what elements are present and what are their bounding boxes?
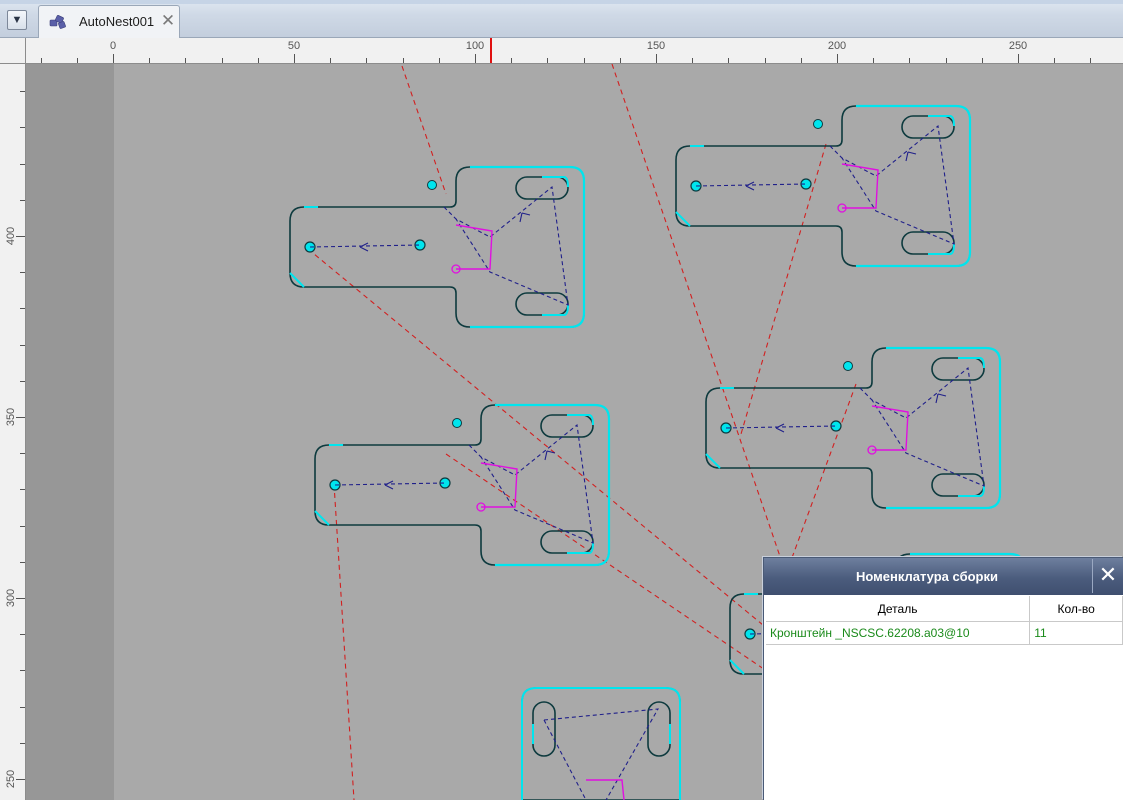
ruler-tick — [1018, 54, 1019, 63]
ruler-tick — [873, 58, 875, 63]
part-instance[interactable] — [674, 104, 972, 268]
ruler-tick — [20, 199, 25, 201]
part-instance[interactable] — [704, 346, 1002, 510]
ruler-tick — [656, 54, 657, 63]
close-icon[interactable]: ✕ — [1092, 559, 1123, 593]
ruler-tick — [837, 54, 838, 63]
ruler-label: 350 — [5, 407, 17, 427]
ruler-tick — [20, 453, 25, 455]
ruler-tick — [20, 670, 25, 672]
ruler-tick — [728, 58, 730, 63]
ruler-tick — [185, 58, 187, 63]
ruler-tick — [909, 58, 911, 63]
ruler-tick — [20, 272, 25, 274]
ruler-tick — [20, 308, 25, 310]
column-header-qty[interactable]: Кол-во — [1029, 596, 1123, 622]
ruler-cursor-marker — [490, 38, 492, 63]
column-header-part[interactable]: Деталь — [766, 596, 1031, 622]
ruler-tick — [20, 163, 25, 165]
ruler-tick — [475, 54, 476, 63]
table-header-row: Деталь Кол-во — [766, 596, 1123, 622]
ruler-tick — [20, 344, 25, 346]
ruler-label: 0 — [109, 40, 117, 52]
ruler-label: 200 — [827, 40, 847, 52]
tab-bar-accent — [0, 0, 1123, 4]
ruler-tick — [20, 706, 25, 708]
ruler-tick — [16, 236, 25, 237]
ruler-label: 100 — [465, 40, 485, 52]
ruler-tick — [16, 598, 25, 599]
tab-label: AutoNest001 — [79, 14, 155, 29]
nomenclature-table: Деталь Кол-во Кронштейн _NSCSC.62208.a03… — [766, 596, 1123, 645]
cell-part[interactable]: Кронштейн _NSCSC.62208.a03@10 — [766, 621, 1031, 645]
ruler-label: 250 — [5, 769, 17, 789]
ruler-tick — [20, 634, 25, 636]
ruler-tick — [113, 54, 114, 63]
ruler-label: 150 — [646, 40, 666, 52]
ruler-tick — [40, 58, 42, 63]
ruler-tick — [20, 561, 25, 563]
part-instance-rotated[interactable] — [521, 687, 681, 800]
ruler-tick — [619, 58, 621, 63]
tab-autonest[interactable]: AutoNest001 ✕ — [38, 5, 180, 38]
ruler-label: 250 — [1008, 40, 1028, 52]
close-icon[interactable]: ✕ — [160, 12, 176, 30]
ruler-tick — [511, 58, 513, 63]
ruler-tick — [20, 489, 25, 491]
ruler-tick — [402, 58, 404, 63]
ruler-tick — [16, 779, 25, 780]
ruler-tick — [76, 58, 78, 63]
ruler-tick — [330, 58, 332, 63]
horizontal-ruler: 0 50 100 150 200 250 — [0, 38, 1123, 64]
cell-qty[interactable]: 11 — [1029, 621, 1123, 645]
ruler-tick — [945, 58, 947, 63]
ruler-tick — [20, 380, 25, 382]
ruler-tick — [20, 525, 25, 527]
ruler-corner — [0, 38, 26, 64]
ruler-tick — [20, 91, 25, 93]
nest-parts-icon — [49, 15, 66, 29]
ruler-tick — [221, 58, 223, 63]
ruler-tick — [149, 58, 151, 63]
dropdown-arrow-icon: ▼ — [11, 14, 23, 26]
ruler-label: 400 — [5, 226, 17, 246]
ruler-tick — [20, 127, 25, 129]
ruler-tick — [692, 58, 694, 63]
document-tab-bar: ▼ AutoNest001 ✕ — [0, 0, 1123, 38]
ruler-tick — [294, 54, 295, 63]
window-menu-button[interactable]: ▼ — [7, 10, 27, 30]
ruler-tick — [547, 58, 549, 63]
part-instance[interactable] — [288, 165, 586, 329]
ruler-tick — [20, 742, 25, 744]
ruler-tick — [800, 58, 802, 63]
table-row[interactable]: Кронштейн _NSCSC.62208.a03@10 11 — [766, 621, 1123, 645]
vertical-ruler: 400 350 300 250 — [0, 64, 26, 800]
part-instance[interactable] — [313, 403, 611, 567]
app-window: ▼ AutoNest001 ✕ 0 50 100 150 200 250 400 350 30… — [0, 0, 1123, 800]
assembly-nomenclature-panel[interactable]: Номенклатура сборки ✕ Деталь Кол-во Крон… — [763, 557, 1123, 800]
ruler-tick — [764, 58, 766, 63]
ruler-tick — [16, 417, 25, 418]
ruler-tick — [257, 58, 259, 63]
ruler-tick — [1090, 58, 1092, 63]
ruler-tick — [583, 58, 585, 63]
ruler-tick — [981, 58, 983, 63]
panel-header[interactable]: Номенклатура сборки ✕ — [764, 558, 1123, 595]
ruler-tick — [1054, 58, 1056, 63]
ruler-tick — [366, 58, 368, 63]
ruler-tick — [438, 58, 440, 63]
panel-title: Номенклатура сборки — [855, 569, 998, 584]
ruler-label: 300 — [5, 588, 17, 608]
ruler-label: 50 — [287, 40, 301, 52]
